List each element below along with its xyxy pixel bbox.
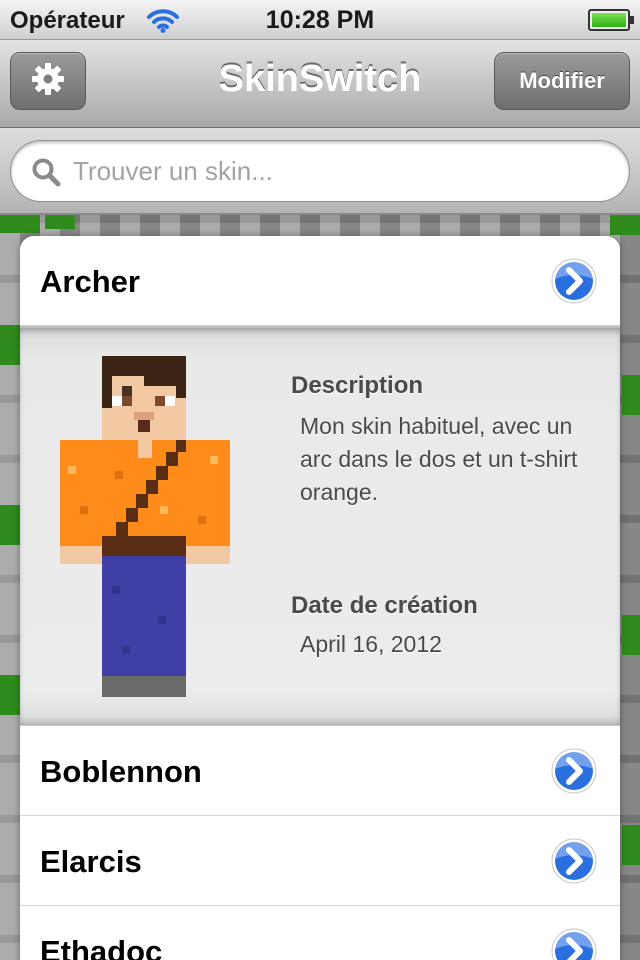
status-bar: Opérateur 10:28 PM <box>0 0 640 40</box>
list-item-ethadoc[interactable]: Ethadoc <box>20 906 620 960</box>
disclosure-button-icon[interactable] <box>550 927 598 960</box>
description-text: Mon skin habituel, avec un arc dans le d… <box>300 413 578 505</box>
creation-date-value: April 16, 2012 <box>300 631 442 657</box>
navigation-bar: SkinSwitch Modifier <box>0 40 640 128</box>
list-item-label: Ethadoc <box>40 934 163 960</box>
list-item-label: Boblennon <box>40 754 202 789</box>
disclosure-button-icon[interactable] <box>550 257 598 310</box>
modify-button[interactable]: Modifier <box>494 52 630 110</box>
skin-detail-panel: Description Mon skin habituel, avec un a… <box>20 326 620 726</box>
skin-list: Archer Description Mon skin habituel, av… <box>20 236 620 960</box>
search-icon <box>31 157 61 192</box>
list-item-label: Archer <box>40 264 140 299</box>
list-item-boblennon[interactable]: Boblennon <box>20 726 620 816</box>
battery-fill <box>592 13 626 27</box>
disclosure-button-icon[interactable] <box>550 747 598 800</box>
list-item-archer[interactable]: Archer <box>20 236 620 326</box>
clock: 10:28 PM <box>265 6 375 34</box>
battery-icon <box>588 9 634 31</box>
creation-date-heading: Date de création <box>291 592 478 619</box>
disclosure-button-icon[interactable] <box>550 837 598 890</box>
description-heading: Description <box>291 372 424 399</box>
search-bar <box>0 128 640 214</box>
skin-preview-image <box>60 356 230 702</box>
list-item-elarcis[interactable]: Elarcis <box>20 816 620 906</box>
list-item-label: Elarcis <box>40 844 142 879</box>
search-input[interactable] <box>73 151 603 191</box>
search-field[interactable] <box>10 140 630 202</box>
